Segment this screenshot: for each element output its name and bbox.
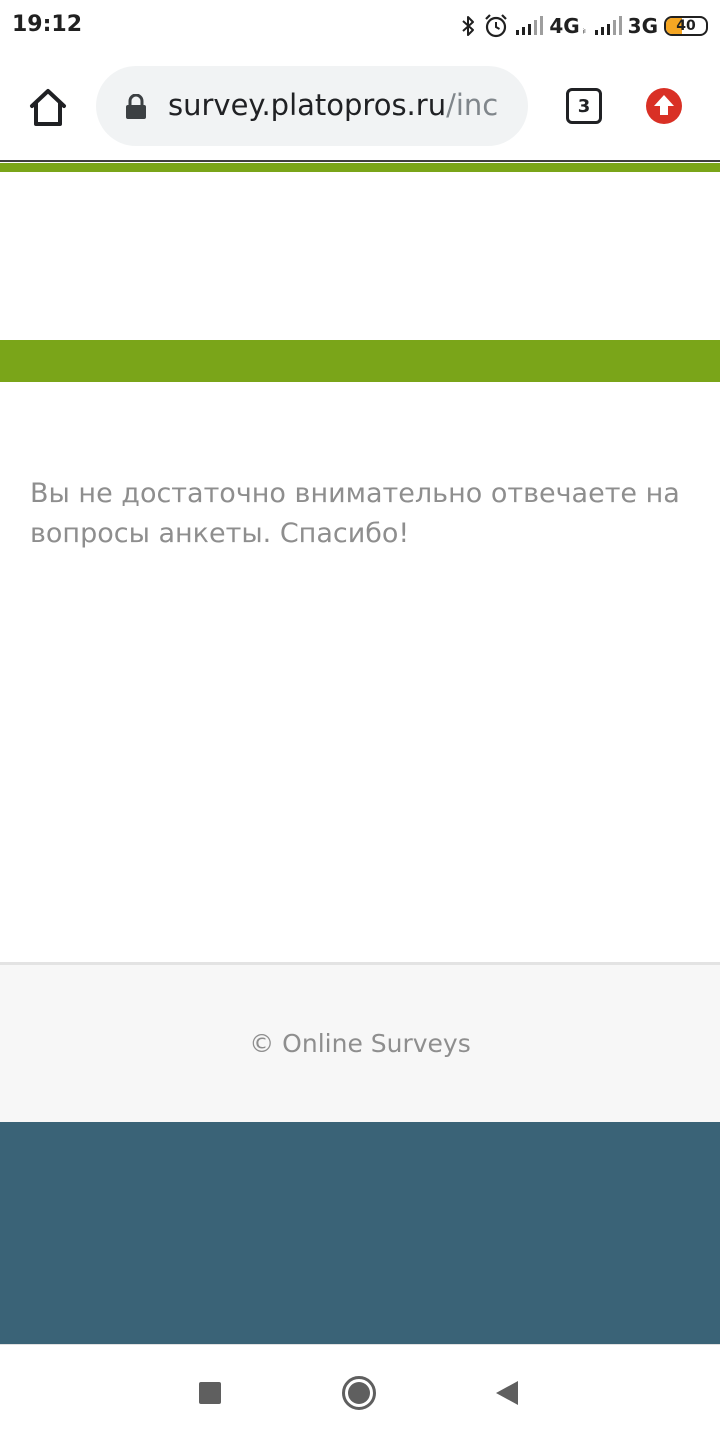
screen: 19:12 4G ᵢₗ 3G 40 survey.platopros.ru/in… (0, 0, 720, 1440)
bluetooth-icon (459, 14, 477, 38)
header-accent-line (0, 163, 720, 172)
address-bar[interactable]: survey.platopros.ru/inc (96, 66, 528, 146)
network-activity-indicator: ᵢₗ (582, 25, 586, 35)
url-text[interactable]: survey.platopros.ru/inc (168, 88, 514, 122)
navigation-bar (0, 1344, 720, 1440)
page-footer: © Online Surveys (0, 962, 720, 1122)
page-header (0, 172, 720, 340)
url-path: /inc (446, 88, 499, 122)
recent-apps-icon (199, 1382, 221, 1404)
tab-switcher-button[interactable]: 3 (566, 88, 602, 124)
alarm-icon (483, 13, 509, 39)
update-button[interactable] (645, 87, 683, 125)
browser-toolbar: survey.platopros.ru/inc 3 (0, 52, 720, 162)
status-bar: 19:12 4G ᵢₗ 3G 40 (0, 0, 720, 52)
footer-copyright: © Online Surveys (249, 1029, 471, 1058)
footer-band (0, 1122, 720, 1344)
network-4g-label: 4G (549, 14, 580, 38)
back-button[interactable] (490, 1375, 526, 1411)
home-icon (30, 89, 66, 126)
home-nav-button[interactable] (341, 1375, 377, 1411)
lock-icon (126, 94, 146, 119)
status-time: 19:12 (12, 12, 83, 37)
signal-icon (515, 15, 544, 37)
home-button[interactable] (24, 84, 72, 132)
header-accent-band (0, 340, 720, 382)
network-3g-label: 3G (627, 14, 658, 38)
battery-level: 40 (676, 18, 696, 34)
recent-apps-button[interactable] (192, 1375, 228, 1411)
url-domain: survey.platopros.ru (168, 88, 447, 122)
signal-icon (594, 15, 622, 37)
survey-message: Вы не достаточно внимательно отвечаете н… (30, 478, 680, 549)
battery-icon: 40 (664, 16, 708, 36)
status-icons: 4G ᵢₗ 3G 40 (459, 10, 708, 42)
update-arrow-icon (646, 88, 682, 124)
home-circle-icon (342, 1376, 376, 1410)
back-icon (496, 1381, 518, 1405)
